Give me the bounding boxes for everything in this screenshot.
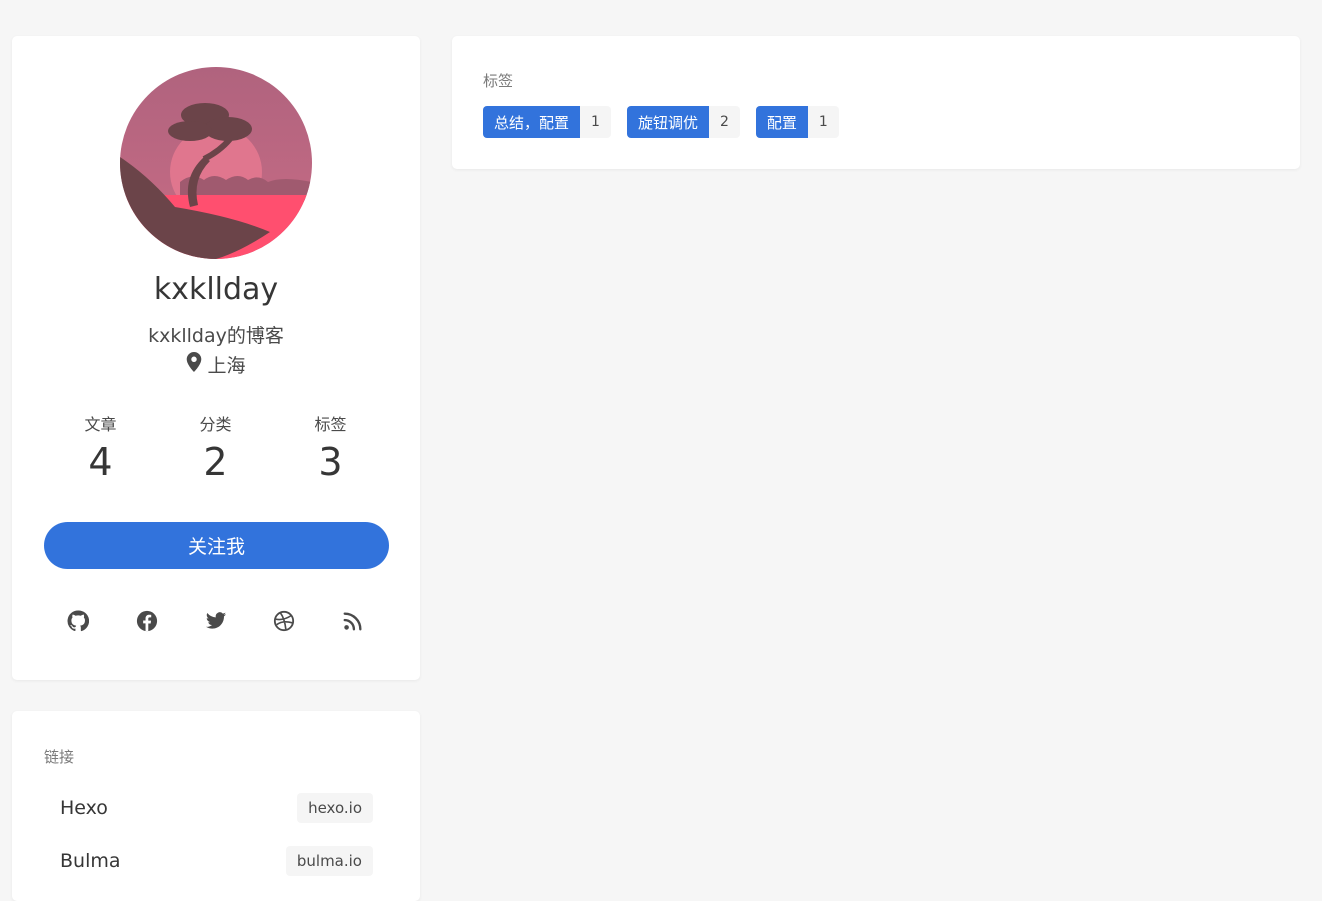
tags-card: 标签 总结，配置 1 旋钮调优 2 配置 1 [452,36,1300,169]
stat-value: 4 [88,440,113,484]
github-icon[interactable] [67,610,89,632]
rss-icon[interactable] [342,610,364,632]
link-host-badge: hexo.io [297,792,373,823]
follow-button[interactable]: 关注我 [44,522,389,569]
links-heading: 链接 [44,748,75,766]
tags-heading: 标签 [483,72,514,90]
tag-name: 旋钮调优 [626,106,709,138]
tag-item[interactable]: 总结，配置 1 [483,106,611,138]
stat-value: 3 [318,440,343,484]
tag-count: 1 [807,106,839,138]
location-text: 上海 [207,355,246,377]
tag-name: 总结，配置 [483,106,581,138]
stat-categories[interactable]: 分类 2 [158,411,273,481]
map-marker-icon [186,352,202,377]
stat-label: 文章 [84,415,117,434]
stat-label: 分类 [199,415,232,434]
stat-tags[interactable]: 标签 3 [273,411,388,481]
social-links [43,610,388,632]
author-subtitle: kxkllday的博客 [148,325,284,347]
facebook-icon[interactable] [136,610,158,632]
author-name: kxkllday [153,272,279,307]
link-name: Bulma [60,849,121,872]
link-item-bulma[interactable]: Bulma bulma.io [44,844,389,877]
tags-list: 总结，配置 1 旋钮调优 2 配置 1 [483,106,839,138]
tag-count: 1 [580,106,611,138]
tag-count: 2 [708,106,740,138]
link-host-badge: bulma.io [285,845,373,876]
links-card: 链接 Hexo hexo.io Bulma bulma.io [12,711,420,901]
link-item-hexo[interactable]: Hexo hexo.io [44,791,389,824]
twitter-icon[interactable] [205,610,227,632]
stat-value: 2 [203,440,228,484]
profile-card: kxkllday kxkllday的博客 上海 文章 4 分类 2 标签 3 关… [12,36,420,680]
profile-stats: 文章 4 分类 2 标签 3 [43,411,388,481]
avatar [120,67,312,259]
stat-label: 标签 [314,415,347,434]
tag-item[interactable]: 配置 1 [755,106,839,138]
tag-name: 配置 [755,106,808,138]
tag-item[interactable]: 旋钮调优 2 [626,106,740,138]
stat-posts[interactable]: 文章 4 [43,411,158,481]
author-location: 上海 [12,351,420,378]
link-name: Hexo [60,796,108,819]
dribbble-icon[interactable] [273,610,295,632]
